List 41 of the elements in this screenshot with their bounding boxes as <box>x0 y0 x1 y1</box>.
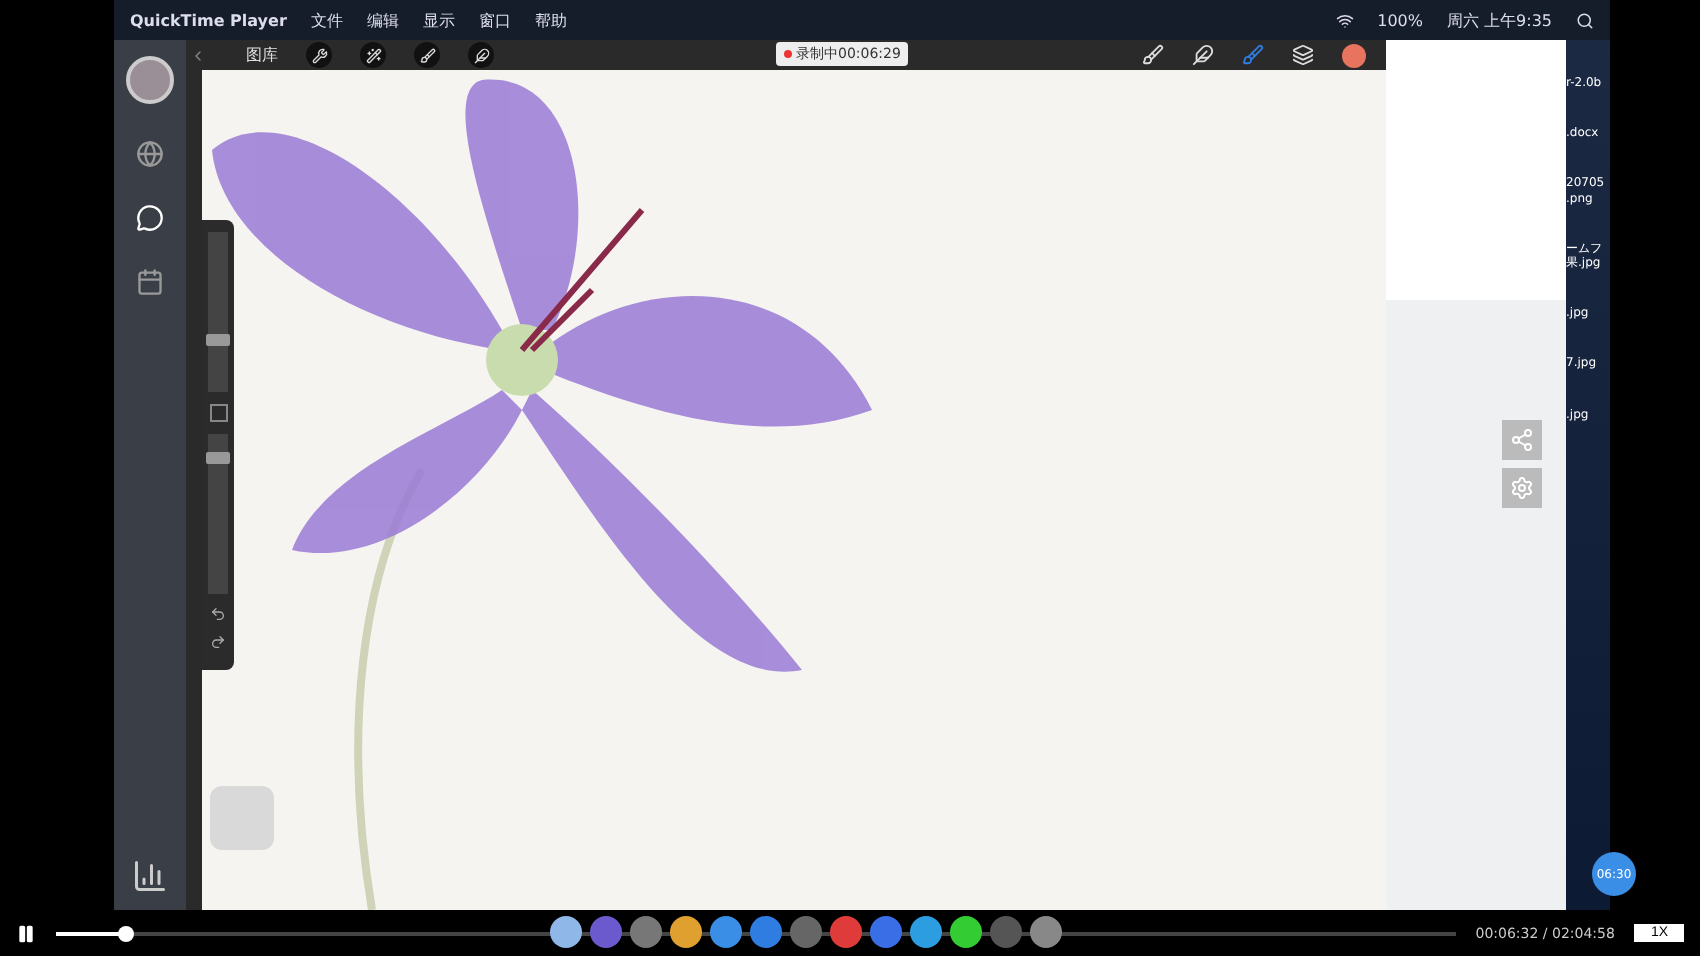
app-icon[interactable] <box>670 916 702 948</box>
back-icon[interactable] <box>190 47 206 63</box>
menu-item[interactable]: 编辑 <box>366 9 399 31</box>
app-icon[interactable] <box>1030 916 1062 948</box>
app-menu[interactable]: QuickTime Player <box>130 11 287 29</box>
battery-text: 100% <box>1377 11 1423 29</box>
app-icon[interactable] <box>630 916 662 948</box>
app-icon[interactable] <box>950 916 982 948</box>
app-icon[interactable] <box>830 916 862 948</box>
settings-icon <box>1510 476 1534 500</box>
chart-icon[interactable] <box>132 858 168 894</box>
wifi-icon[interactable] <box>1335 11 1354 29</box>
menu-item[interactable]: 文件 <box>310 9 343 31</box>
share-icon <box>1510 428 1534 452</box>
menu-item[interactable]: 窗口 <box>478 9 511 31</box>
app-icon[interactable] <box>910 916 942 948</box>
menu-item[interactable]: 帮助 <box>534 9 567 31</box>
progress-thumb[interactable] <box>117 925 134 941</box>
avatar[interactable] <box>126 56 174 104</box>
layers-icon[interactable] <box>1292 44 1314 66</box>
app-icon[interactable] <box>550 916 582 948</box>
app-icon[interactable] <box>710 916 742 948</box>
wrench-button[interactable] <box>306 42 332 68</box>
redo-icon[interactable] <box>210 634 226 650</box>
clock-text[interactable]: 周六 上午9:35 <box>1446 9 1552 31</box>
app-icon[interactable] <box>750 916 782 948</box>
slider-thumb[interactable] <box>206 452 230 464</box>
globe-icon[interactable] <box>136 140 164 168</box>
calendar-icon[interactable] <box>136 268 164 296</box>
color-swatch[interactable] <box>1342 43 1366 67</box>
smudge-icon[interactable] <box>1192 44 1214 66</box>
chat-icon[interactable] <box>136 204 164 232</box>
gallery-button[interactable]: 图库 <box>246 44 278 66</box>
menu-item[interactable]: 显示 <box>422 9 455 31</box>
pause-icon[interactable] <box>16 923 36 943</box>
slider-thumb[interactable] <box>206 333 230 346</box>
app-icon[interactable] <box>870 916 902 948</box>
brush-icon[interactable] <box>1142 44 1164 66</box>
search-icon[interactable] <box>1576 11 1594 29</box>
undo-icon[interactable] <box>210 606 226 622</box>
wand-button[interactable] <box>360 42 386 68</box>
